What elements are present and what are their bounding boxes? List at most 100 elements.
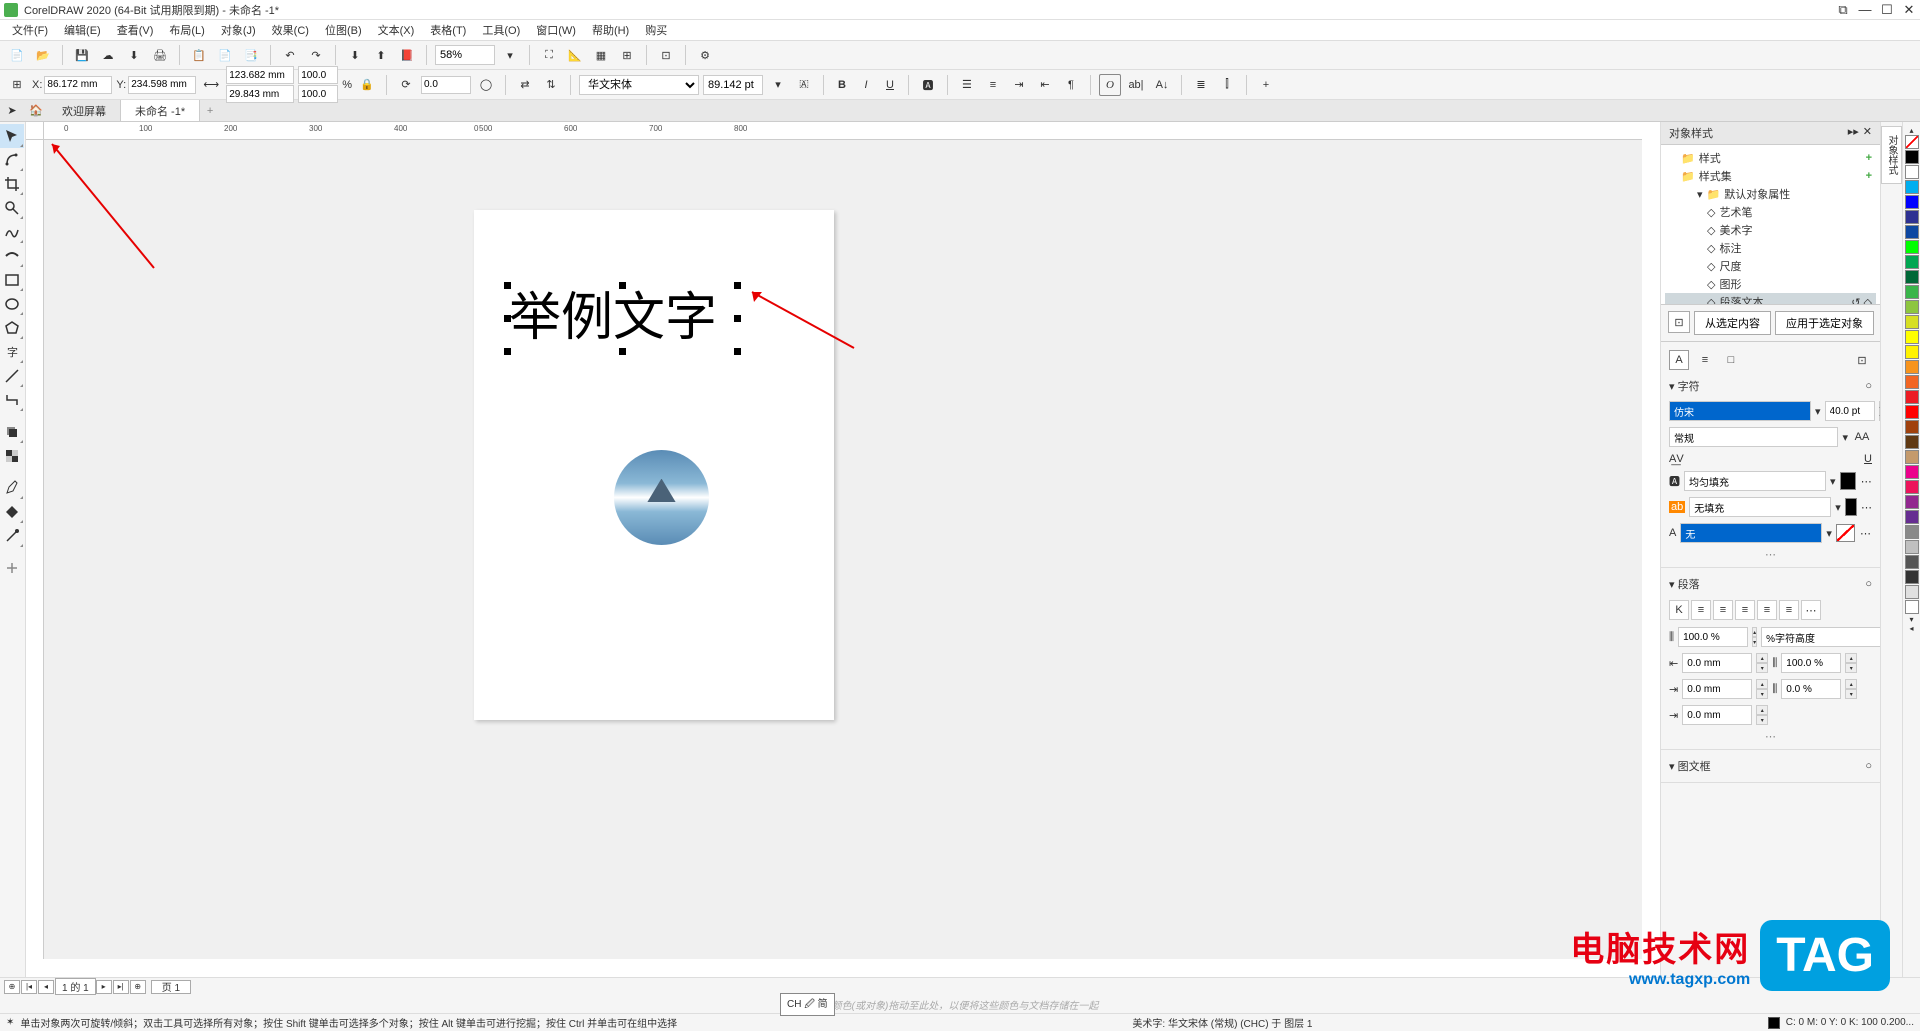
dropcap-icon[interactable]: ¶ [1060,74,1082,96]
align-left-icon[interactable]: ≡ [1691,600,1711,620]
add-button-icon[interactable]: + [1255,74,1277,96]
menu-text[interactable]: 文本(X) [370,20,423,40]
ime-indicator[interactable]: CH 🖉 简 [780,993,835,1016]
zoom-input[interactable] [435,45,495,65]
font-style-input[interactable] [1669,427,1838,447]
cloud-upload-icon[interactable]: ☁ [97,44,119,66]
tab-paragraph-icon[interactable]: ≡ [1695,350,1715,370]
char-format-icon[interactable]: O [1099,74,1121,96]
color-swatch[interactable] [1905,240,1919,254]
tree-item-callout[interactable]: ◇标注 [1665,239,1876,257]
tree-default[interactable]: ▾📁默认对象属性 [1665,185,1876,203]
align-center-icon[interactable]: ≡ [1713,600,1733,620]
color-swatch[interactable] [1905,480,1919,494]
color-swatch[interactable] [1905,375,1919,389]
cloud-download-icon[interactable]: ⬇ [123,44,145,66]
y-input[interactable] [128,76,196,94]
text-tool-icon[interactable]: 字 [0,340,24,364]
bullet-list-icon[interactable]: ☰ [956,74,978,96]
add-page-icon[interactable]: ⊕ [4,980,20,994]
freehand-tool-icon[interactable] [0,220,24,244]
add-tool-icon[interactable] [0,556,24,580]
tree-item-graphic[interactable]: ◇图形 [1665,275,1876,293]
menu-layout[interactable]: 布局(L) [161,20,212,40]
selection-handle-ml[interactable] [504,315,511,322]
char-size-input[interactable] [1825,401,1875,421]
color-swatch[interactable] [1905,150,1919,164]
color-swatch[interactable] [1905,405,1919,419]
menu-help[interactable]: 帮助(H) [584,20,637,40]
tab-frame-icon[interactable]: □ [1721,350,1741,370]
palette-flyout-icon[interactable]: ◂ [1903,624,1920,633]
export-icon[interactable]: ⬆ [370,44,392,66]
selection-handle-tr[interactable] [734,282,741,289]
expand-char-icon[interactable]: ⋯ [1669,546,1872,563]
fill-more-icon[interactable]: ⋯ [1860,471,1872,491]
next-page-icon[interactable]: ▸ [96,980,112,994]
pdf-icon[interactable]: 📕 [396,44,418,66]
color-swatch[interactable] [1905,255,1919,269]
after-spacing-input[interactable] [1781,679,1841,699]
align-full-icon[interactable]: ≡ [1779,600,1799,620]
lock-ratio-icon[interactable]: 🔒 [356,74,378,96]
color-swatch[interactable] [1905,330,1919,344]
pick-tool-shortcut-icon[interactable]: ➤ [0,100,24,121]
color-drop-hint-bar[interactable]: 将颜色(或对象)拖动至此处，以便将这些颜色与文档存储在一起 CH 🖉 简 [0,995,1920,1013]
add-page-after-icon[interactable]: ⊕ [130,980,146,994]
add-tab-icon[interactable]: + [200,100,220,121]
last-page-icon[interactable]: ▸| [113,980,129,994]
color-swatch[interactable] [1905,360,1919,374]
kerning-icon[interactable]: AA [1852,427,1872,447]
color-swatch[interactable] [1905,300,1919,314]
tree-item-artistic[interactable]: ◇艺术笔 [1665,203,1876,221]
align-justify-icon[interactable]: ≡ [1757,600,1777,620]
menu-buy[interactable]: 购买 [637,20,675,40]
font-dropdown-icon[interactable]: ▾ [767,74,789,96]
align-right-icon[interactable]: ≡ [1735,600,1755,620]
font-family-select[interactable]: 华文宋体 [579,75,699,95]
connector-tool-icon[interactable] [0,388,24,412]
home-icon[interactable]: 🏠 [24,100,48,121]
color-swatch[interactable] [1905,165,1919,179]
clipped-bitmap[interactable] [614,450,709,545]
menu-file[interactable]: 文件(F) [4,20,56,40]
rotation-input[interactable] [421,76,471,94]
restore-down-icon[interactable]: ⧉ [1836,3,1850,17]
new-icon[interactable]: 📄 [6,44,28,66]
x-input[interactable] [44,76,112,94]
apply-to-selection-button[interactable]: 应用于选定对象 [1775,311,1874,335]
import-icon[interactable]: ⬇ [344,44,366,66]
color-swatch[interactable] [1905,435,1919,449]
transparency-tool-icon[interactable] [0,444,24,468]
color-swatch[interactable] [1905,180,1919,194]
selection-handle-mr[interactable] [734,315,741,322]
align-text-icon[interactable]: ≣ [1190,74,1212,96]
options-icon[interactable]: ⊡ [1852,350,1872,370]
menu-window[interactable]: 窗口(W) [528,20,584,40]
number-list-icon[interactable]: ≡ [982,74,1004,96]
menu-table[interactable]: 表格(T) [422,20,474,40]
drop-shadow-tool-icon[interactable] [0,420,24,444]
menu-edit[interactable]: 编辑(E) [56,20,109,40]
outline-none-swatch[interactable] [1836,524,1855,542]
selection-handle-bm[interactable] [619,348,626,355]
horizontal-ruler[interactable]: 0 100 200 300 400 500 600 700 800 0 [44,122,1642,140]
fill-uniform-input[interactable] [1684,471,1826,491]
underline-button[interactable]: U [880,75,900,95]
clipboard-icon[interactable]: 📑 [240,44,262,66]
expand-para-icon[interactable]: ⋯ [1669,728,1872,745]
bold-button[interactable]: B [832,75,852,95]
scale-y-input[interactable] [298,85,338,103]
new-from-icon[interactable]: ⊡ [1668,311,1690,333]
ruler-corner[interactable] [26,122,44,140]
minimize-icon[interactable]: — [1858,3,1872,17]
mirror-h-icon[interactable]: ⇄ [514,74,536,96]
canvas-viewport[interactable]: 举例文字 [44,140,1642,959]
frame-settings-icon[interactable]: ○ [1865,760,1872,772]
angle-icon[interactable]: ◯ [475,74,497,96]
object-origin-icon[interactable]: ⊞ [6,74,28,96]
variable-font-icon[interactable]: 🇦 [793,74,815,96]
page-tab[interactable]: 页 1 [151,980,191,994]
tree-item-dimension[interactable]: ◇尺度 [1665,257,1876,275]
tab-welcome[interactable]: 欢迎屏幕 [48,100,121,121]
